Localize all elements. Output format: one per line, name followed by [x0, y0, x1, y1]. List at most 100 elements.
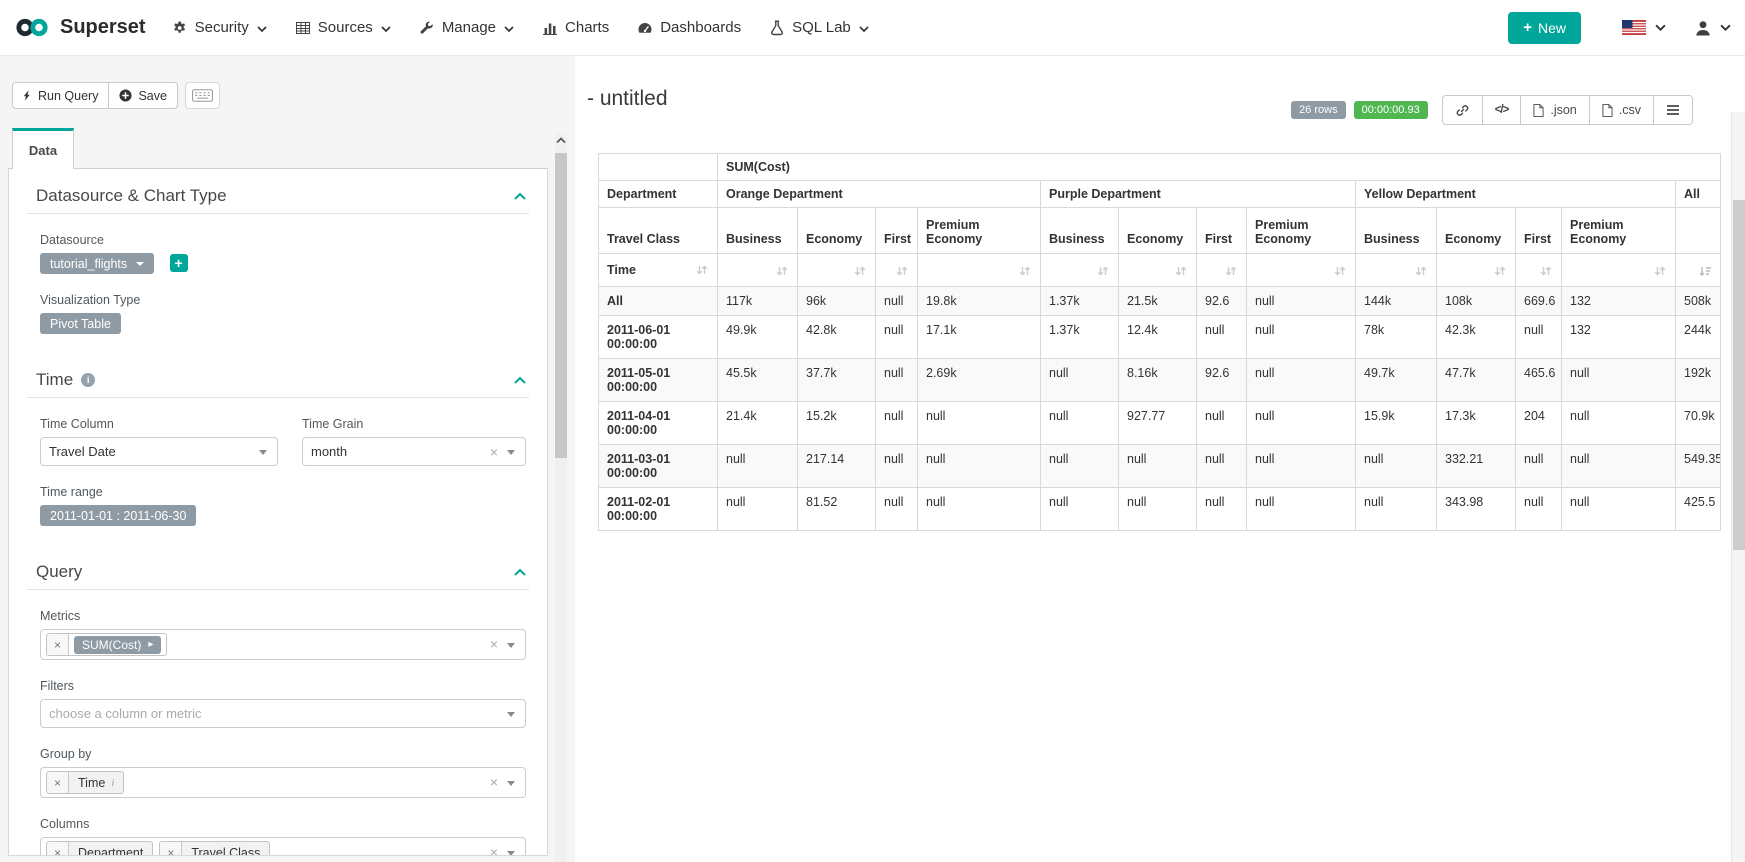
chevron-up-icon[interactable]	[513, 192, 527, 201]
sort-header[interactable]	[1197, 254, 1247, 287]
pivot-cell: null	[918, 445, 1041, 488]
filters-select[interactable]: choose a column or metric	[40, 699, 526, 728]
token-label: Timei	[69, 776, 123, 790]
pivot-cell: null	[1247, 402, 1356, 445]
clear-icon[interactable]: ×	[490, 774, 498, 790]
app-logo[interactable]: Superset	[14, 16, 146, 39]
share-link-button[interactable]	[1442, 95, 1483, 125]
export-json-button[interactable]: .json	[1520, 95, 1589, 125]
keyboard-icon	[192, 89, 213, 102]
new-button[interactable]: + New	[1508, 12, 1581, 44]
datasource-value: tutorial_flights	[50, 257, 127, 271]
chevron-up-icon[interactable]	[513, 568, 527, 577]
time-column-select[interactable]: Travel Date	[40, 437, 278, 466]
sort-header[interactable]	[1676, 254, 1721, 287]
metrics-select[interactable]: × SUM(Cost)▸ ×	[40, 629, 526, 660]
groupby-select[interactable]: ×Timei×	[40, 767, 526, 798]
remove-token-button[interactable]: ×	[160, 842, 182, 856]
sort-header[interactable]	[1516, 254, 1562, 287]
pivot-cell: 117k	[718, 287, 798, 316]
export-json-label: .json	[1550, 103, 1576, 117]
sort-icon	[1333, 265, 1347, 277]
columns-select[interactable]: ×Department×Travel Class×	[40, 837, 526, 856]
pivot-cell: 204	[1516, 402, 1562, 445]
clear-icon[interactable]: ×	[490, 844, 498, 856]
nav-item-security[interactable]: Security	[172, 19, 267, 36]
user-icon	[1695, 20, 1711, 36]
sort-header[interactable]	[1247, 254, 1356, 287]
viz-type-selector[interactable]: Pivot Table	[40, 313, 121, 334]
sort-header[interactable]	[1356, 254, 1437, 287]
tab-data[interactable]: Data	[12, 128, 74, 170]
chart-title[interactable]: - untitled	[587, 87, 668, 111]
sort-header[interactable]	[718, 254, 798, 287]
pivot-row-label: 2011-06-01 00:00:00	[599, 316, 718, 359]
sort-header[interactable]	[1041, 254, 1119, 287]
time-grain-select[interactable]: month ×	[302, 437, 526, 466]
sort-icon	[1096, 265, 1110, 277]
nav-item-sql-lab[interactable]: SQL Lab	[769, 19, 869, 36]
chevron-down-icon	[257, 26, 267, 32]
scrollbar-thumb[interactable]	[1733, 200, 1745, 550]
selected-token[interactable]: ×Department	[46, 841, 153, 856]
chevron-up-icon[interactable]	[513, 376, 527, 385]
remove-token-button[interactable]: ×	[47, 842, 69, 856]
left-panel-scrollbar[interactable]	[555, 133, 567, 862]
plus-circle-icon	[119, 89, 132, 102]
pivot-cell: 15.9k	[1356, 402, 1437, 445]
scroll-up-icon[interactable]	[556, 137, 566, 144]
pivot-cell: null	[876, 445, 918, 488]
pivot-cell: null	[1247, 287, 1356, 316]
pivot-cell: null	[1197, 488, 1247, 531]
pivot-cell: null	[876, 402, 918, 445]
view-query-button[interactable]: </>	[1482, 95, 1522, 125]
nav-item-dashboards[interactable]: Dashboards	[637, 19, 741, 36]
clear-icon[interactable]: ×	[490, 636, 498, 652]
nav-item-charts[interactable]: Charts	[542, 19, 609, 36]
gauge-icon	[637, 20, 653, 36]
metric-badge[interactable]: SUM(Cost)▸	[74, 636, 161, 654]
section-time: Time i Time Column Travel Date	[27, 370, 529, 526]
sort-header[interactable]	[1119, 254, 1197, 287]
run-query-button[interactable]: Run Query	[12, 82, 109, 109]
sort-header[interactable]	[876, 254, 918, 287]
nav-item-manage[interactable]: Manage	[419, 19, 514, 36]
remove-token-button[interactable]: ×	[47, 634, 69, 655]
navbar: Superset Security Sources Manage Charts Dash…	[0, 0, 1745, 56]
add-datasource-button[interactable]: +	[170, 254, 188, 272]
sort-header[interactable]	[918, 254, 1041, 287]
code-icon: </>	[1495, 104, 1509, 116]
pivot-corner	[599, 154, 718, 181]
sort-header[interactable]	[1437, 254, 1516, 287]
chart-menu-button[interactable]	[1653, 95, 1693, 125]
nav-item-label: Dashboards	[660, 19, 741, 36]
pivot-cell: null	[1041, 488, 1119, 531]
sort-header-time[interactable]: Time	[599, 254, 718, 287]
pivot-cell: 343.98	[1437, 488, 1516, 531]
chevron-down-icon	[381, 26, 391, 32]
nav-item-sources[interactable]: Sources	[295, 19, 391, 36]
export-csv-button[interactable]: .csv	[1589, 95, 1654, 125]
datasource-selector[interactable]: tutorial_flights	[40, 253, 154, 274]
language-selector[interactable]	[1622, 20, 1666, 35]
pivot-cell: 1.37k	[1041, 287, 1119, 316]
sort-header[interactable]	[1562, 254, 1676, 287]
scrollbar-thumb[interactable]	[555, 153, 567, 458]
time-range-selector[interactable]: 2011-01-01 : 2011-06-30	[40, 505, 196, 526]
selected-token[interactable]: ×Travel Class	[159, 841, 270, 856]
selected-token[interactable]: ×Timei	[46, 771, 124, 794]
time-column-value: Travel Date	[49, 444, 116, 459]
selected-token[interactable]: × SUM(Cost)▸	[46, 633, 167, 656]
column-header: Business	[1356, 208, 1437, 254]
clear-icon[interactable]: ×	[490, 444, 498, 460]
pivot-cell: null	[1247, 316, 1356, 359]
user-menu[interactable]	[1695, 20, 1731, 36]
caret-down-icon	[507, 851, 515, 856]
remove-token-button[interactable]: ×	[47, 772, 69, 793]
keyboard-shortcuts-button[interactable]	[185, 82, 220, 109]
sort-header[interactable]	[798, 254, 876, 287]
pivot-cell: null	[1197, 445, 1247, 488]
column-header: Economy	[1437, 208, 1516, 254]
page-scrollbar[interactable]	[1731, 112, 1745, 862]
save-button[interactable]: Save	[108, 82, 178, 109]
